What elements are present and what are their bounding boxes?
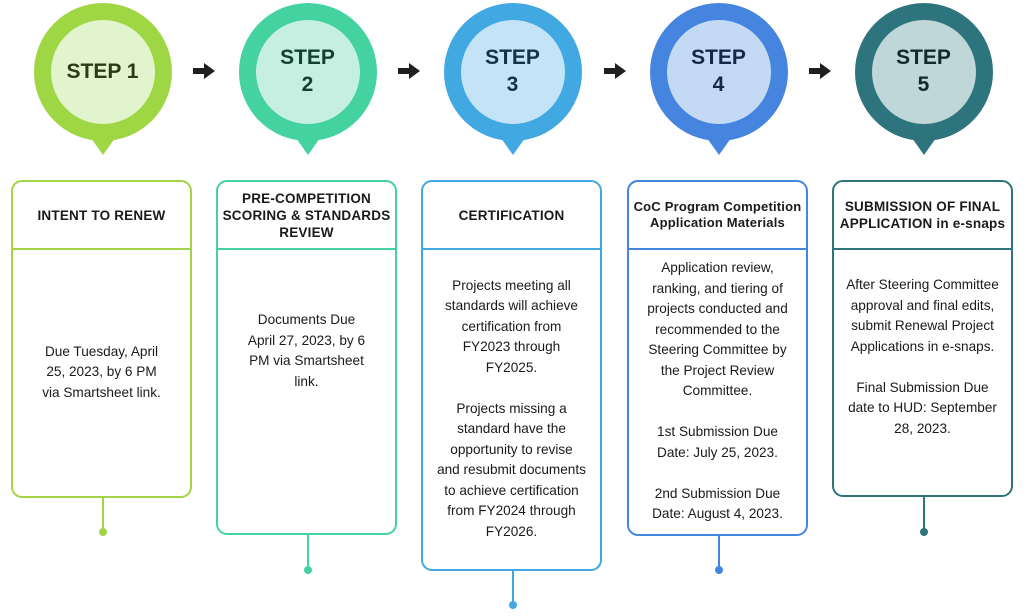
step-2-label: STEP 2 [280, 46, 335, 96]
step-4-label: STEP 4 [691, 46, 746, 96]
step-3-description: Projects meeting all standards will achi… [437, 277, 586, 539]
right-arrow-icon [603, 62, 627, 80]
step-1-connector [101, 497, 104, 531]
step-1-description: Due Tuesday, April 25, 2023, by 6 PM via… [42, 343, 161, 400]
step-2: STEP 2 PRE-COMPETITION SCORING & STANDAR… [205, 0, 410, 616]
step-2-card: PRE-COMPETITION SCORING & STANDARDS REVI… [216, 180, 397, 535]
step-4-dot [714, 566, 723, 574]
step-2-description: Documents Due April 27, 2023, by 6 PM vi… [247, 312, 366, 389]
step-1-card: INTENT TO RENEW Due Tuesday, April 25, 2… [11, 180, 192, 498]
right-arrow-icon [192, 62, 216, 80]
step-2-connector [306, 534, 309, 568]
step-2-dot [303, 566, 312, 574]
step-3-connector [511, 570, 514, 604]
step-5: STEP 5 SUBMISSION OF FINAL APPLICATION i… [821, 0, 1024, 616]
step-5-label: STEP 5 [896, 46, 951, 96]
step-5-title: SUBMISSION OF FINAL APPLICATION in e-sna… [834, 182, 1011, 250]
step-3-dot [508, 601, 517, 609]
step-3-card: CERTIFICATION Projects meeting all stand… [421, 180, 602, 571]
step-5-description: After Steering Committee approval and fi… [846, 277, 999, 436]
right-arrow-icon [808, 62, 832, 80]
step-3: STEP 3 CERTIFICATION Projects meeting al… [410, 0, 615, 616]
step-5-dot [919, 528, 928, 536]
step-5-badge: STEP 5 [854, 3, 993, 155]
step-3-label: STEP 3 [485, 46, 540, 96]
step-4-description: Application review, ranking, and tiering… [647, 260, 788, 522]
step-4-card: CoC Program Competition Application Mate… [627, 180, 808, 536]
right-arrow-icon [397, 62, 421, 80]
step-4-badge: STEP 4 [649, 3, 788, 155]
step-4-title: CoC Program Competition Application Mate… [629, 182, 806, 250]
step-1: STEP 1 INTENT TO RENEW Due Tuesday, Apri… [0, 0, 205, 616]
step-1-title: INTENT TO RENEW [13, 182, 190, 250]
step-3-title: CERTIFICATION [423, 182, 600, 250]
step-1-label: STEP 1 [66, 59, 139, 83]
step-5-card: SUBMISSION OF FINAL APPLICATION in e-sna… [832, 180, 1013, 497]
step-2-title: PRE-COMPETITION SCORING & STANDARDS REVI… [218, 182, 395, 250]
step-1-dot [98, 528, 107, 536]
step-4: STEP 4 CoC Program Competition Applicati… [616, 0, 821, 616]
step-1-badge: STEP 1 [33, 3, 172, 155]
step-2-badge: STEP 2 [238, 3, 377, 155]
step-3-badge: STEP 3 [443, 3, 582, 155]
step-5-connector [922, 496, 925, 530]
step-4-connector [717, 535, 720, 569]
